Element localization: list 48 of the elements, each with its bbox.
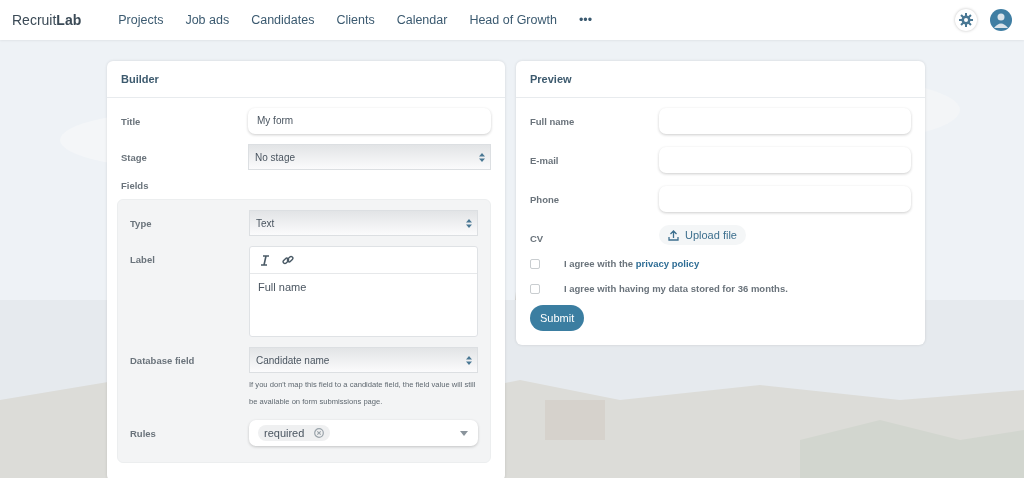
select-arrows-icon <box>466 218 472 228</box>
select-arrows-icon <box>466 355 472 365</box>
field-label: Full name <box>530 115 576 127</box>
settings-icon <box>958 12 974 28</box>
field-label: Type <box>130 217 153 229</box>
field-label: Title <box>121 115 142 127</box>
nav-link[interactable]: Calendar <box>385 13 459 27</box>
upload-button[interactable]: Upload file <box>659 225 746 245</box>
dropdown-caret-icon <box>460 430 468 436</box>
field-label: Database field <box>130 354 196 366</box>
dropdown[interactable]: Candidate name <box>249 347 478 373</box>
upload-icon <box>668 229 679 241</box>
input-field[interactable]: My form <box>248 108 491 134</box>
brand-logo[interactable]: RecruitLab <box>12 12 82 28</box>
input-field[interactable] <box>659 186 911 212</box>
nav-link[interactable]: Candidates <box>240 13 326 27</box>
field-label: CV <box>530 232 545 244</box>
field-label: Rules <box>130 427 157 439</box>
dropdown[interactable]: No stage <box>248 144 491 170</box>
tag-select[interactable]: required <box>249 420 478 446</box>
privacy-policy-link[interactable]: privacy policy <box>635 258 700 269</box>
checkbox[interactable] <box>530 283 540 294</box>
field-label: Phone <box>530 193 561 205</box>
section-label: Fields <box>121 180 150 191</box>
avatar[interactable] <box>990 9 1012 31</box>
nav-link[interactable]: Clients <box>325 13 386 27</box>
nav-link[interactable]: Job ads <box>174 13 241 27</box>
card-title: Preview <box>516 61 925 98</box>
remove-tag-icon[interactable] <box>314 428 325 438</box>
card-title: Builder <box>107 61 505 98</box>
checkbox[interactable] <box>530 258 540 269</box>
consent-text: I agree with the privacy policy <box>564 258 700 269</box>
submit-button[interactable]: Submit <box>530 305 585 331</box>
settings-button[interactable] <box>955 9 977 31</box>
editor-text[interactable]: Full name <box>250 274 477 336</box>
nav-link[interactable]: Head of Growth <box>458 13 568 27</box>
input-field[interactable] <box>659 147 911 173</box>
italic-button[interactable] <box>258 252 272 268</box>
field-label: E-mail <box>530 154 560 166</box>
tag-label: required <box>264 427 305 439</box>
select-arrows-icon <box>479 152 485 162</box>
field-label: Stage <box>121 151 148 163</box>
dropdown[interactable]: Text <box>249 210 478 236</box>
input-field[interactable] <box>659 108 911 134</box>
consent-text: I agree with having my data stored for 36 months. <box>564 283 788 294</box>
nav-link[interactable]: ••• <box>567 13 604 27</box>
field-label: Label <box>130 253 156 265</box>
nav-link[interactable]: Projects <box>107 13 175 27</box>
